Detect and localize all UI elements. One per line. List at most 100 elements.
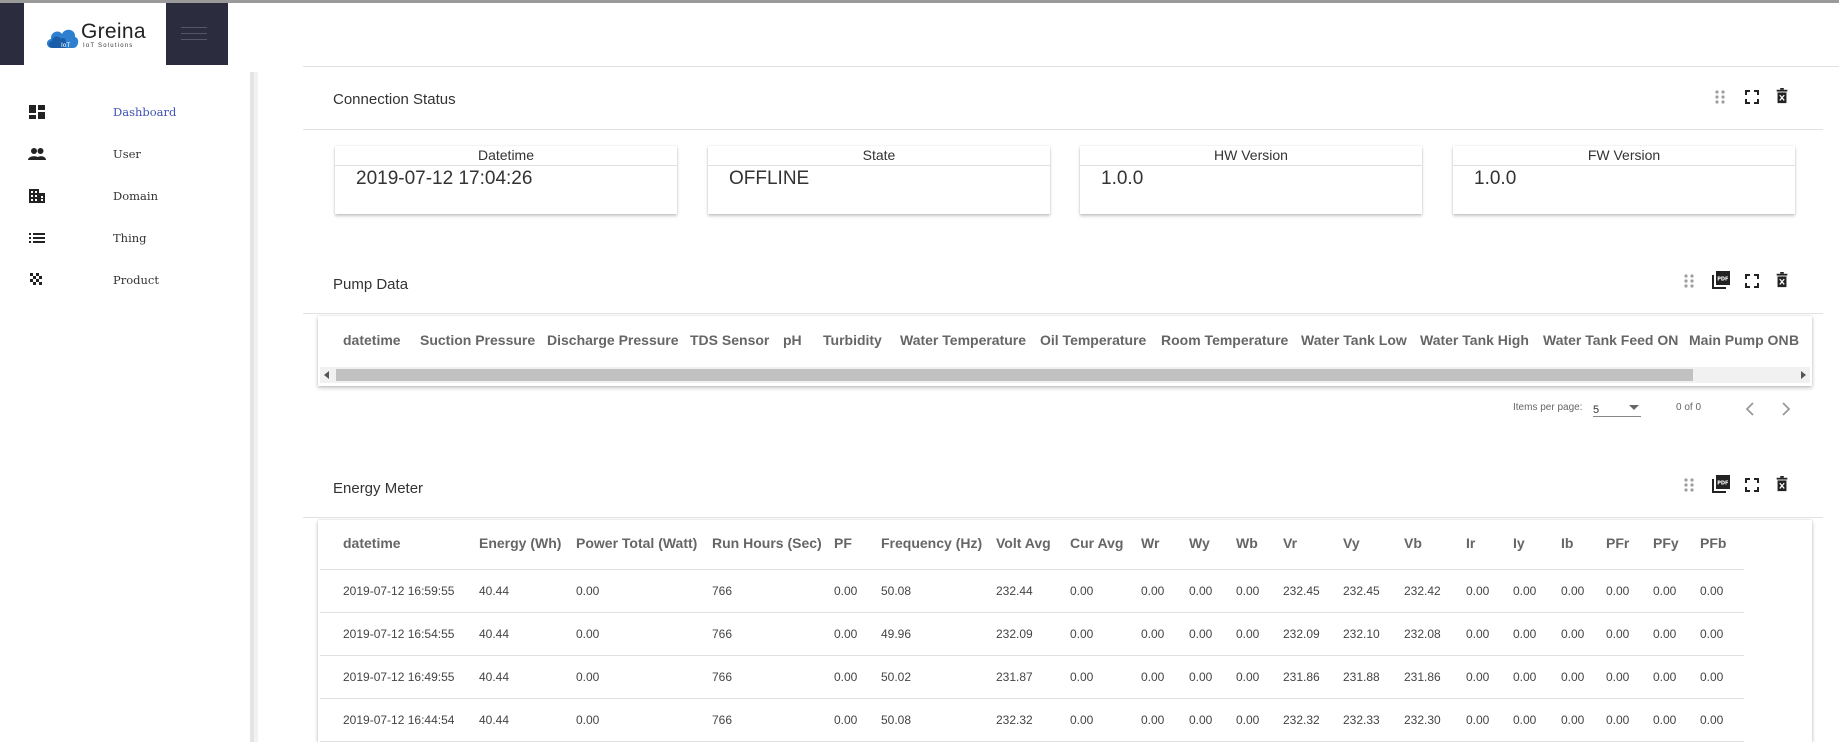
column-header[interactable]: PFr [1606,535,1629,551]
table-cell: 0.00 [1070,627,1094,641]
card-divider [708,165,1050,166]
column-header[interactable]: TDS Sensor [690,332,769,348]
column-header[interactable]: pH [783,332,802,348]
table-cell: 0.00 [1141,627,1165,641]
column-header[interactable]: Run Hours (Sec) [712,535,822,551]
scrollbar-thumb[interactable] [336,369,1693,381]
sidebar-item-user[interactable]: User [0,142,250,166]
sidebar-item-product[interactable]: Product [0,268,250,292]
column-header[interactable]: Iy [1513,535,1525,551]
panel-divider [303,313,1823,314]
row-divider [320,569,1744,570]
card-title: FW Version [1587,147,1661,163]
table-cell: 0.00 [1189,627,1213,641]
column-header[interactable]: Water Tank High [1420,332,1529,348]
card-divider [335,165,677,166]
table-cell: 0.00 [1700,713,1724,727]
column-header[interactable]: datetime [343,535,401,551]
table-cell: 231.86 [1404,670,1441,684]
drag-handle-icon[interactable] [1712,89,1728,105]
table-cell: 0.00 [1513,713,1537,727]
panel-title: Energy Meter [333,480,424,497]
page-range: 0 of 0 [1676,402,1702,413]
column-header[interactable]: PFy [1653,535,1679,551]
card-title: Datetime [477,147,535,163]
column-header[interactable]: Water Temperature [900,332,1026,348]
connection-status-header: Connection Status [303,70,1839,130]
column-header[interactable]: Oil Temperature [1040,332,1146,348]
delete-icon[interactable] [1774,88,1790,104]
column-header[interactable]: Vr [1283,535,1297,551]
column-header[interactable]: Frequency (Hz) [881,535,982,551]
scroll-right-arrow-icon[interactable] [1801,371,1806,379]
chevron-down-icon [1629,405,1639,410]
column-header[interactable]: Vy [1343,535,1360,551]
table-cell: 232.09 [1283,627,1320,641]
column-header[interactable]: Turbidity [823,332,882,348]
sidebar-item-dashboard[interactable]: Dashboard [0,100,250,124]
column-header[interactable]: Room Temperature [1161,332,1288,348]
table-cell: 766 [712,713,733,727]
pdf-export-icon[interactable]: PDF [1712,271,1730,289]
table-cell: 0.00 [1466,584,1490,598]
fullscreen-icon[interactable] [1744,477,1760,493]
column-header[interactable]: Wy [1189,535,1210,551]
card-divider [1453,165,1795,166]
table-cell: 0.00 [1236,670,1260,684]
table-cell: 0.00 [1466,627,1490,641]
table-cell: 232.33 [1343,713,1380,727]
previous-page-icon[interactable] [1742,400,1760,418]
column-header[interactable]: Wb [1236,535,1258,551]
column-header[interactable]: B [1789,332,1799,348]
sidebar-item-domain[interactable]: Domain [0,184,250,208]
table-cell: 0.00 [1606,713,1630,727]
sidebar: Dashboard User Domain Thing Product [0,72,252,742]
pump-data-header: Pump Data [303,254,1839,314]
column-header[interactable]: Cur Avg [1070,535,1123,551]
card-value: 1.0.0 [1474,168,1517,189]
brand-name: Greina [81,20,146,43]
sidebar-item-label: Dashboard [113,105,177,119]
column-header[interactable]: Water Tank Low [1301,332,1407,348]
column-header[interactable]: Power Total (Watt) [576,535,697,551]
table-cell: 0.00 [1561,584,1585,598]
pdf-export-icon[interactable]: PDF [1712,475,1730,493]
table-cell: 0.00 [1070,670,1094,684]
menu-toggle-button[interactable] [166,3,228,65]
column-header[interactable]: Discharge Pressure [547,332,679,348]
table-cell: 0.00 [1189,584,1213,598]
column-header[interactable]: Water Tank Feed ON [1543,332,1678,348]
sidebar-item-thing[interactable]: Thing [0,226,250,250]
horizontal-scrollbar[interactable] [320,367,1810,383]
column-header[interactable]: PFb [1700,535,1726,551]
table-cell: 232.08 [1404,627,1441,641]
column-header[interactable]: Volt Avg [996,535,1051,551]
drag-handle-icon[interactable] [1681,273,1697,289]
column-header[interactable]: datetime [343,332,401,348]
fullscreen-icon[interactable] [1744,89,1760,105]
next-page-icon[interactable] [1776,400,1794,418]
svg-text:PDF: PDF [1717,481,1728,487]
column-header[interactable]: Vb [1404,535,1422,551]
column-header[interactable]: Wr [1141,535,1159,551]
panel-divider [303,129,1823,130]
delete-icon[interactable] [1774,476,1790,492]
brand-logo[interactable]: IoT Greina IoT Solutions [24,3,166,65]
drag-handle-icon[interactable] [1681,477,1697,493]
scroll-left-arrow-icon[interactable] [324,371,329,379]
table-cell: 232.09 [996,627,1033,641]
table-cell: 766 [712,670,733,684]
items-per-page-select[interactable]: 5 [1593,400,1641,417]
column-header[interactable]: Ib [1561,535,1573,551]
column-header[interactable]: PF [834,535,852,551]
table-cell: 0.00 [1466,713,1490,727]
fullscreen-icon[interactable] [1744,273,1760,289]
table-cell: 231.86 [1283,670,1320,684]
column-header[interactable]: Main Pump ON [1689,332,1789,348]
column-header[interactable]: Energy (Wh) [479,535,561,551]
delete-icon[interactable] [1774,272,1790,288]
column-header[interactable]: Ir [1466,535,1475,551]
brand-tagline: IoT Solutions [83,43,134,49]
energy-meter-table [318,520,1812,742]
column-header[interactable]: Suction Pressure [420,332,535,348]
